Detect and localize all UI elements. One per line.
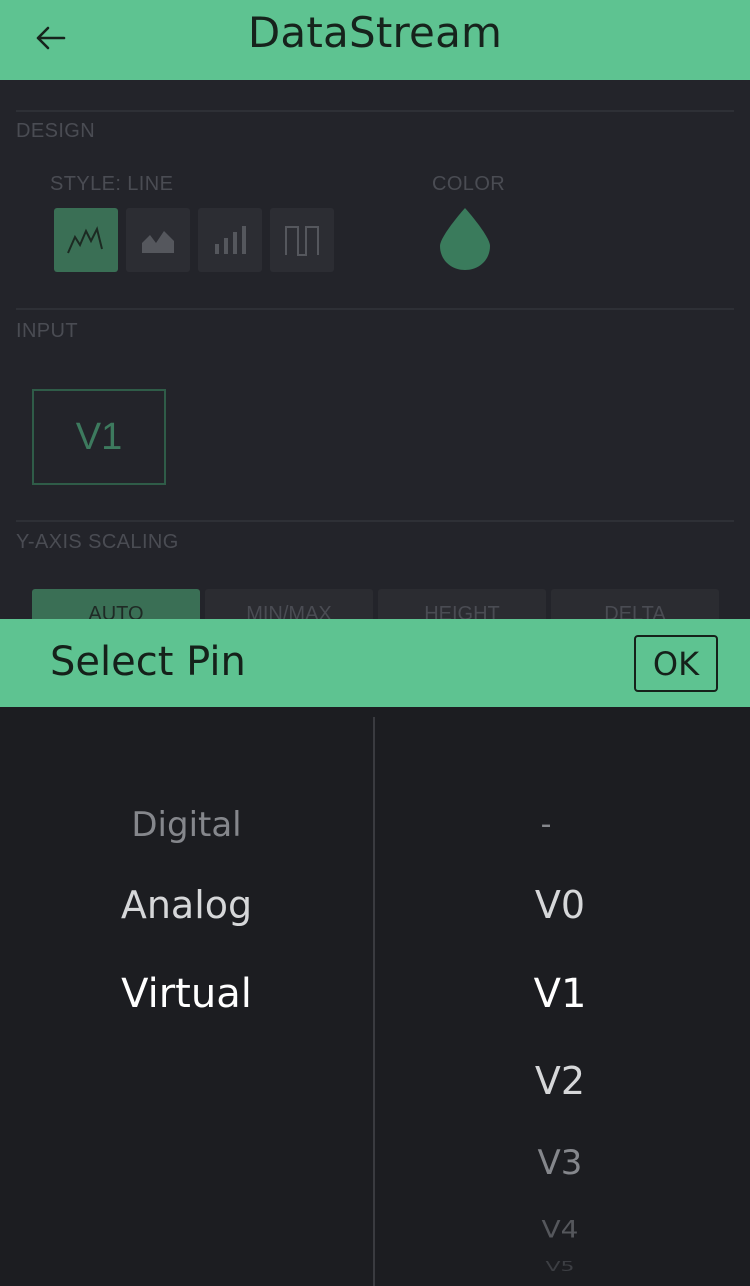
section-label-design: DESIGN	[16, 120, 96, 142]
style-label: STYLE: LINE	[50, 173, 174, 195]
app-bar: DataStream	[0, 0, 750, 80]
pin-option[interactable]: V0	[510, 883, 610, 927]
line-chart-icon	[67, 226, 103, 254]
style-step-button[interactable]	[270, 208, 334, 272]
pin-option[interactable]: V4	[510, 1215, 610, 1243]
section-label-y-axis: Y-AXIS SCALING	[16, 531, 179, 553]
divider	[16, 520, 734, 522]
pin-option[interactable]: V2	[510, 1059, 610, 1103]
pin-option-selected[interactable]: V1	[510, 971, 610, 1017]
style-area-button[interactable]	[126, 208, 190, 272]
pin-type-option[interactable]: Digital	[0, 805, 373, 845]
section-label-input: INPUT	[16, 320, 78, 342]
style-bar-button[interactable]	[198, 208, 262, 272]
pin-option[interactable]: V3	[510, 1143, 610, 1183]
divider	[16, 308, 734, 310]
settings-panel: DESIGN STYLE: LINE COLOR INPUT V1 Y-AXIS…	[0, 80, 750, 629]
pin-type-option[interactable]: Analog	[0, 883, 373, 927]
pin-type-option-selected[interactable]: Virtual	[0, 971, 373, 1017]
pin-picker[interactable]: Digital Analog Virtual - V0 V1 V2 V3 V4 …	[0, 707, 750, 1286]
droplet-icon	[440, 208, 490, 270]
color-label: COLOR	[432, 173, 506, 195]
select-pin-dialog-header: Select Pin OK	[0, 619, 750, 707]
pin-option[interactable]: -	[520, 807, 572, 842]
area-chart-icon	[142, 231, 174, 253]
style-line-button[interactable]	[54, 208, 118, 272]
step-chart-icon	[285, 226, 319, 256]
page-title: DataStream	[247, 8, 503, 57]
color-picker-button[interactable]	[438, 206, 492, 272]
column-divider	[373, 717, 375, 1286]
divider	[16, 110, 734, 112]
pin-option[interactable]: V5	[510, 1259, 610, 1272]
pin-select-button[interactable]: V1	[32, 389, 166, 485]
ok-button[interactable]: OK	[634, 635, 718, 692]
dialog-title: Select Pin	[50, 639, 246, 685]
bar-chart-icon	[215, 226, 246, 254]
